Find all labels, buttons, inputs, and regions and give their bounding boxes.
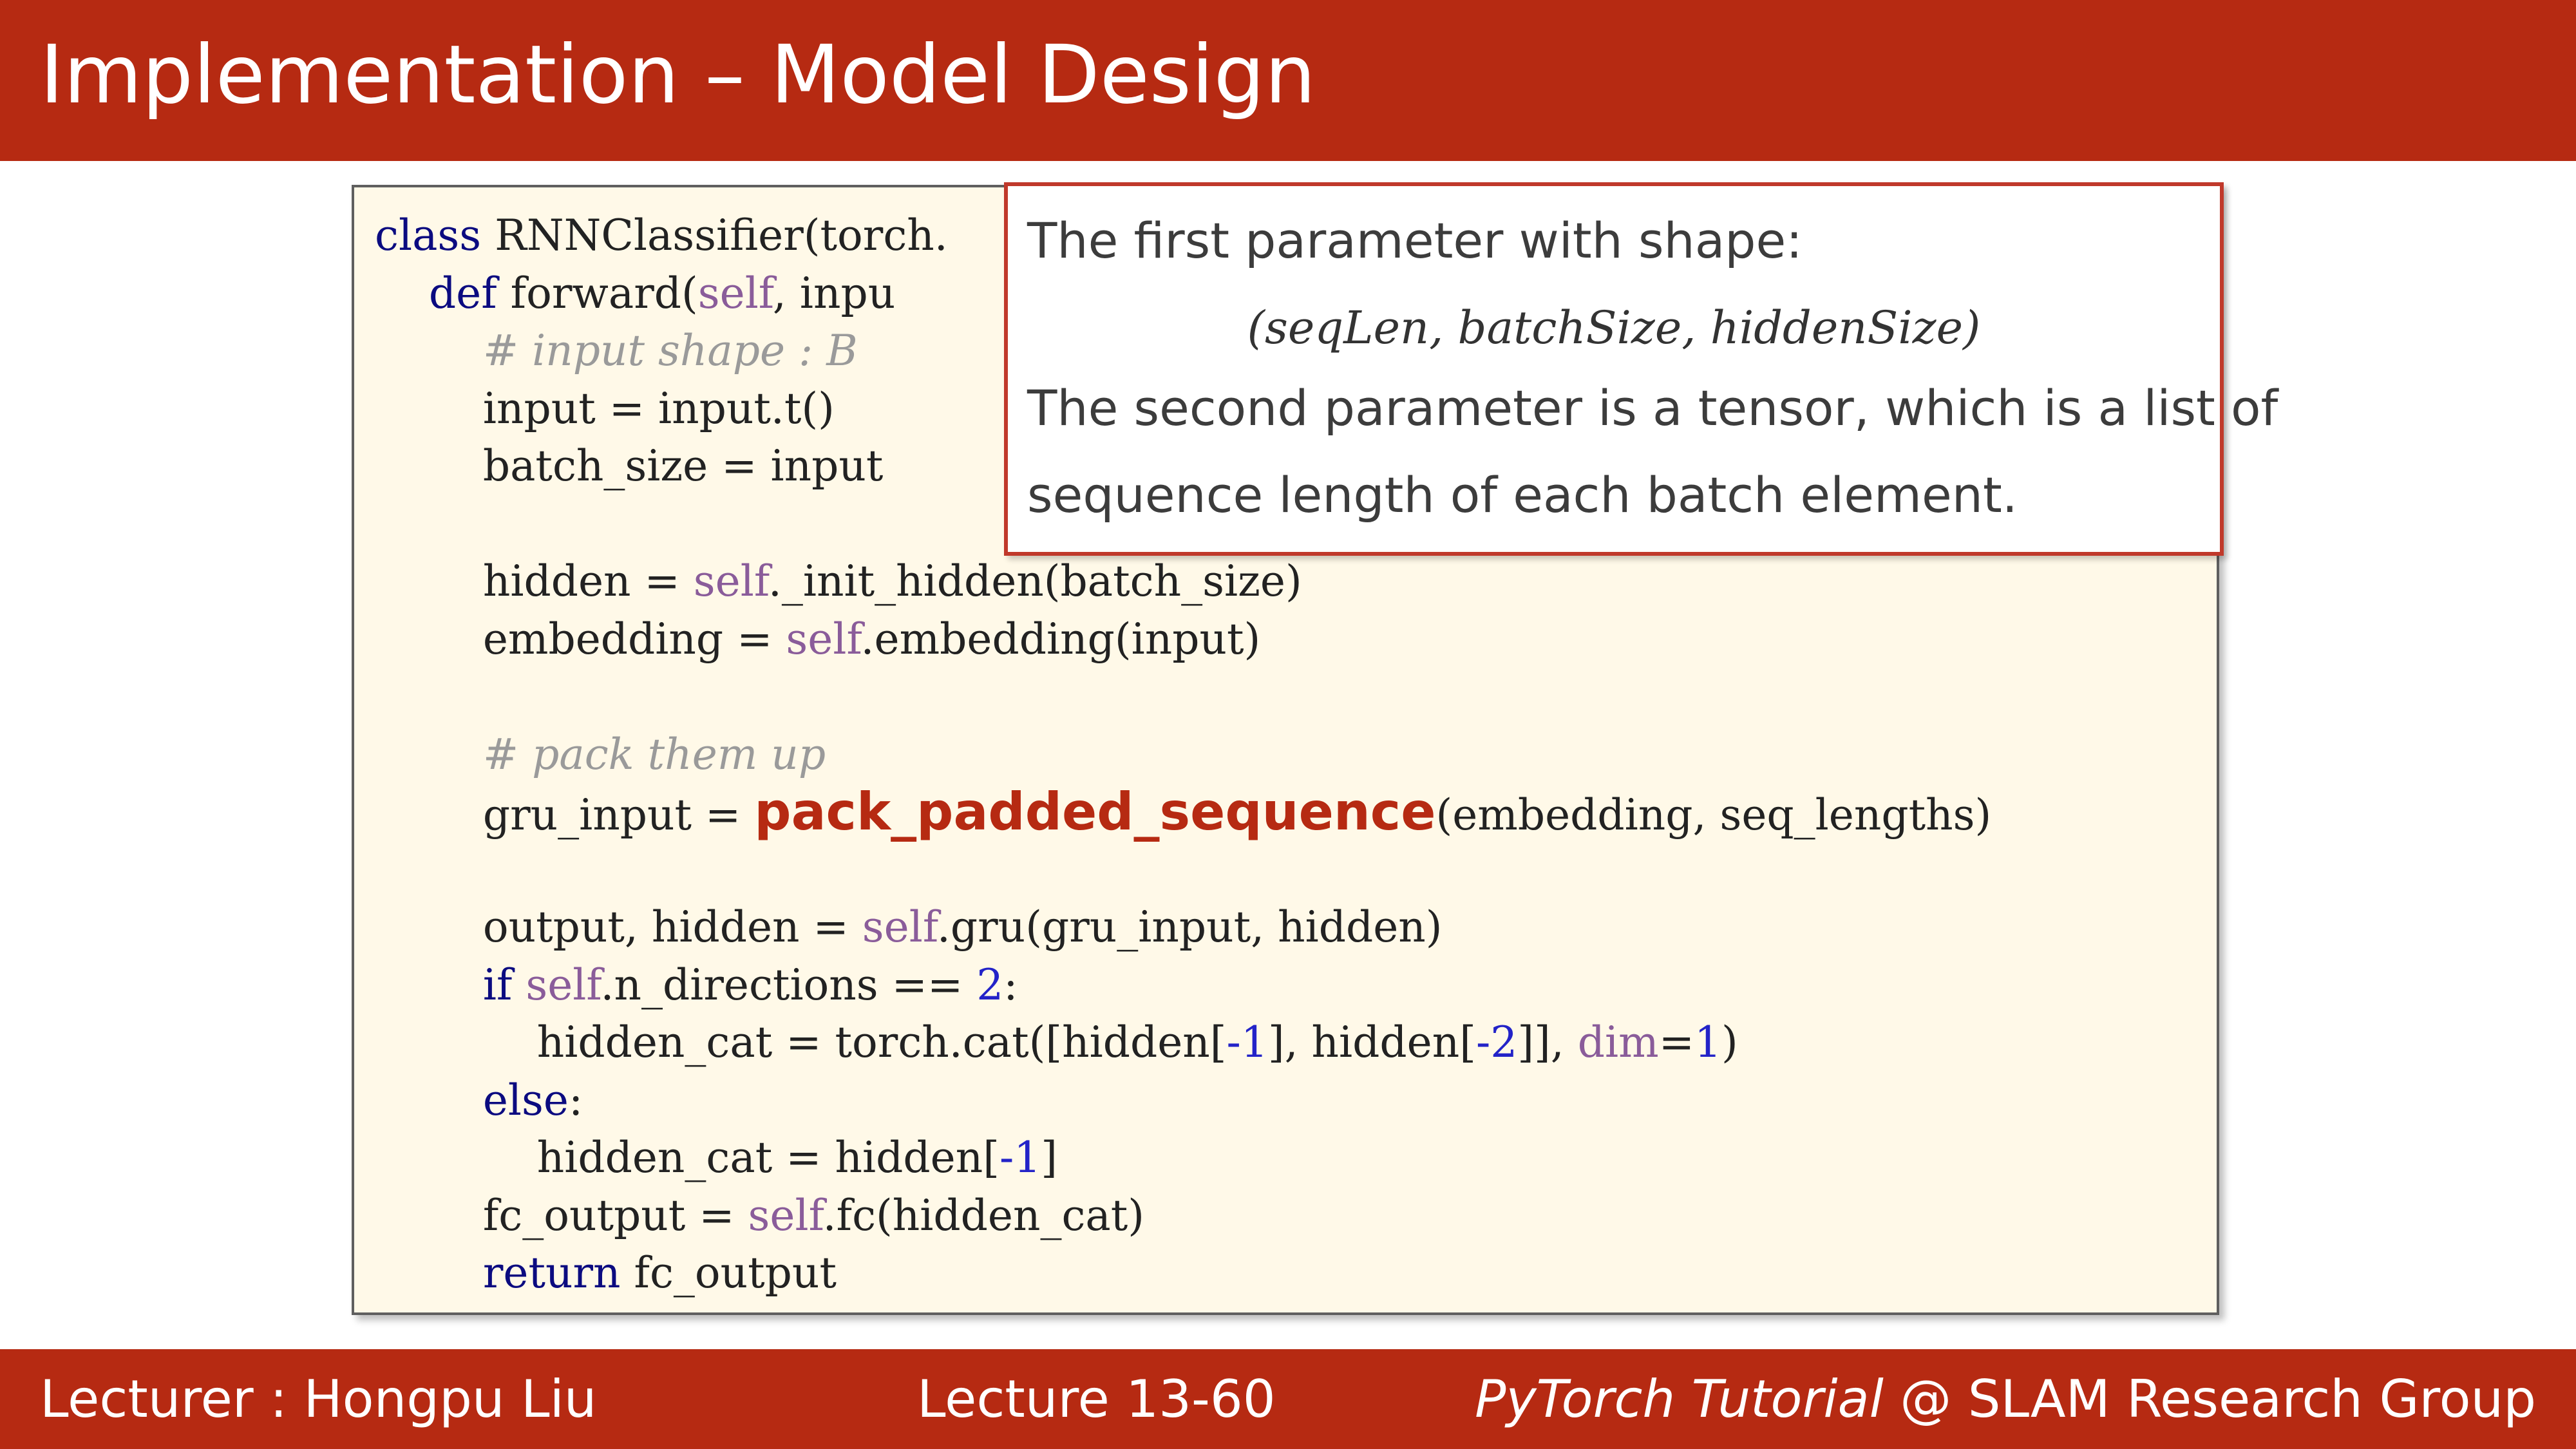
code-line: fc_output = self.fc(hidden_cat)	[375, 1187, 1991, 1245]
code-token: dim	[1577, 1018, 1659, 1067]
code-token: self	[697, 268, 773, 318]
code-line: # pack them up	[375, 726, 1991, 784]
code-token: :	[1003, 960, 1018, 1010]
code-line: hidden_cat = hidden[-1]	[375, 1129, 1991, 1187]
code-token: ]],	[1517, 1018, 1578, 1067]
code-token: hidden_cat = hidden[	[375, 1133, 999, 1182]
code-token: # input shape : B	[482, 326, 858, 375]
code-token: input = input.t()	[375, 383, 835, 433]
code-token: :	[568, 1075, 583, 1125]
code-token: hidden =	[375, 556, 694, 606]
code-token: , inpu	[772, 268, 896, 318]
code-token: return	[482, 1248, 621, 1298]
callout-box: The first parameter with shape: (seqLen,…	[1004, 182, 2278, 556]
code-token: # pack them up	[482, 729, 826, 779]
code-token: hidden_cat = torch.cat([hidden[	[375, 1018, 1227, 1067]
code-token: =	[1658, 1018, 1695, 1067]
code-token: .fc(hidden_cat)	[822, 1190, 1145, 1240]
code-line: output, hidden = self.gru(gru_input, hid…	[375, 898, 1991, 956]
code-token: ._init_hidden(batch_size)	[768, 556, 1302, 606]
footer-course-title: PyTorch Tutorial	[1475, 1369, 1884, 1429]
slide-footer: Lecturer : Hongpu Liu Lecture 13-60 PyTo…	[0, 1349, 2576, 1449]
callout-shape-formula: (seqLen, batchSize, hiddenSize)	[1247, 301, 1981, 354]
code-line: if self.n_directions == 2:	[375, 956, 1991, 1014]
highlighted-function-name: pack_padded_sequence	[754, 782, 1436, 842]
callout-text-line: The first parameter with shape:	[1027, 212, 1803, 269]
code-token: class	[375, 211, 482, 260]
code-token: -1	[1226, 1018, 1268, 1067]
code-token: ], hidden[	[1267, 1018, 1476, 1067]
code-token: self	[526, 960, 601, 1010]
code-token: fc_output	[620, 1248, 837, 1298]
code-token: self	[786, 614, 861, 664]
callout-text-line: The second parameter is a tensor, which …	[1027, 379, 2278, 437]
code-line: hidden = self._init_hidden(batch_size)	[375, 553, 1991, 611]
footer-lecturer: Lecturer : Hongpu Liu	[40, 1369, 597, 1429]
code-token: .n_directions ==	[600, 960, 977, 1010]
footer-lecture-number: Lecture 13-60	[917, 1369, 1276, 1429]
code-line: gru_input = pack_padded_sequence(embeddi…	[375, 783, 1991, 841]
code-token: )	[1721, 1018, 1738, 1067]
code-token: batch_size = input	[375, 441, 884, 491]
code-token: if	[482, 960, 513, 1010]
code-token: .gru(gru_input, hidden)	[936, 902, 1443, 952]
code-token: fc_output =	[375, 1190, 748, 1240]
code-token: forward(	[497, 268, 698, 318]
code-token: (embedding, seq_lengths)	[1435, 790, 1992, 840]
slide-title: Implementation – Model Design	[40, 28, 1316, 122]
code-token: .embedding(input)	[860, 614, 1261, 664]
code-token: 1	[1694, 1018, 1722, 1067]
code-line: embedding = self.embedding(input)	[375, 611, 1991, 668]
code-token: self	[748, 1190, 823, 1240]
code-token: def	[428, 268, 497, 318]
code-token: gru_input =	[375, 790, 755, 840]
code-token: ]	[1041, 1133, 1058, 1182]
code-token: else	[482, 1075, 569, 1125]
footer-course: PyTorch Tutorial @ SLAM Research Group	[1475, 1349, 2536, 1449]
code-token: 2	[976, 960, 1004, 1010]
code-token: embedding =	[375, 614, 786, 664]
code-line: hidden_cat = torch.cat([hidden[-1], hidd…	[375, 1014, 1991, 1072]
code-token: -1	[999, 1133, 1041, 1182]
code-token: self	[693, 556, 768, 606]
code-line: else:	[375, 1072, 1991, 1130]
callout-text-line: sequence length of each batch element.	[1027, 466, 2018, 524]
code-line: return fc_output	[375, 1244, 1991, 1302]
code-token: self	[862, 902, 937, 952]
code-token: output, hidden =	[375, 902, 862, 952]
footer-group: @ SLAM Research Group	[1883, 1369, 2536, 1429]
code-token: -2	[1475, 1018, 1518, 1067]
slide-header: Implementation – Model Design	[0, 0, 2576, 161]
code-token: RNNClassifier(torch.	[481, 211, 948, 260]
